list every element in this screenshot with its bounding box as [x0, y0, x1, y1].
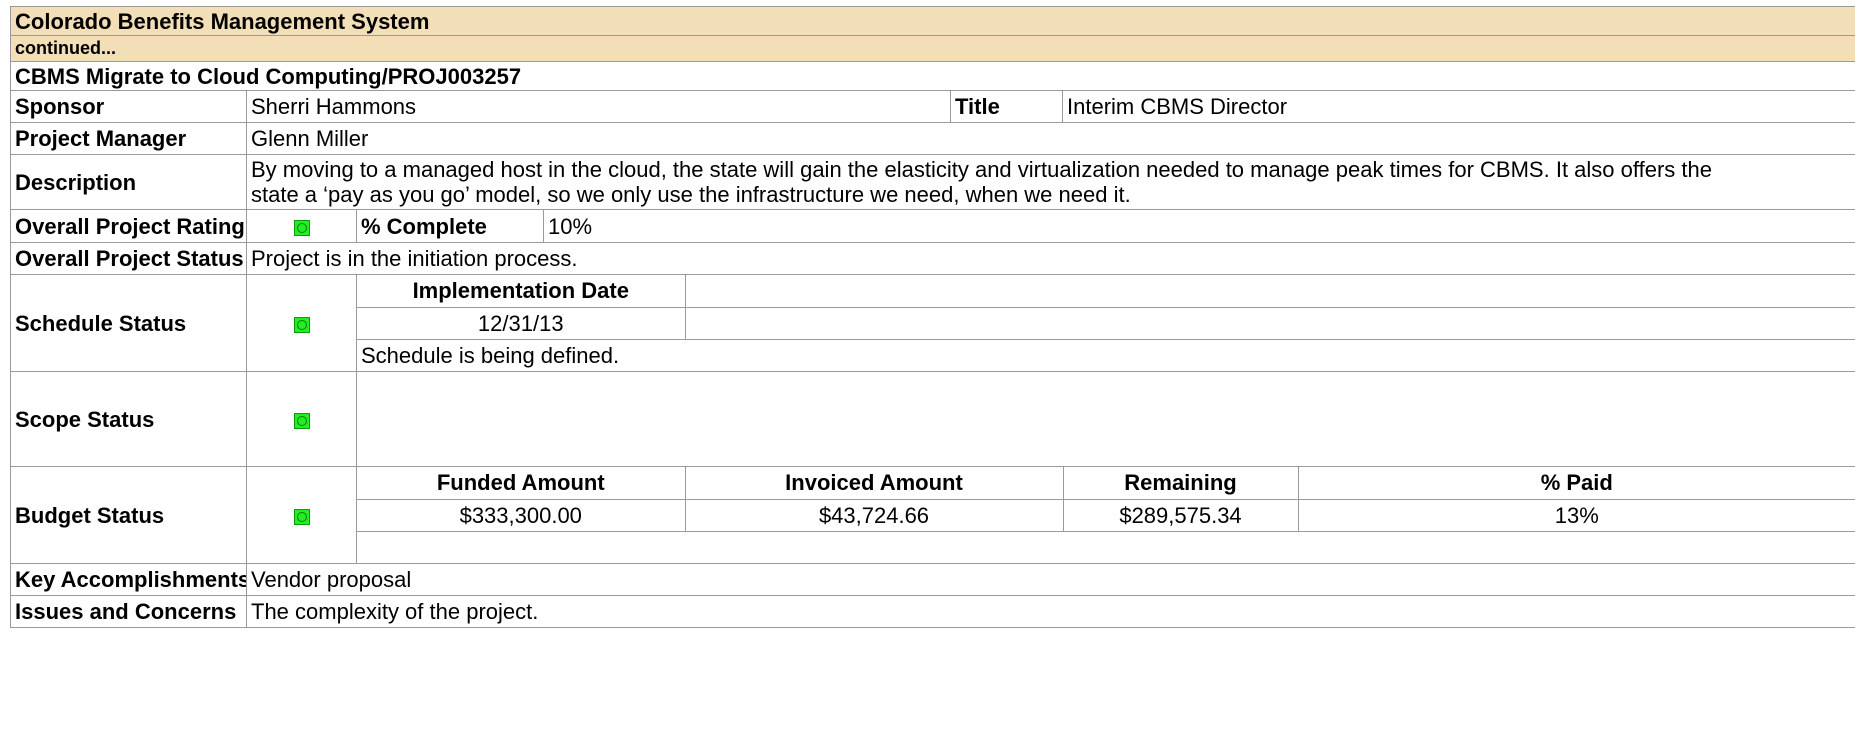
schedule-note: Schedule is being defined. [361, 342, 620, 368]
invoiced-amount-header: Invoiced Amount [685, 467, 1064, 500]
scope-status-row: Scope Status [10, 371, 1855, 467]
sponsor-value: Sherri Hammons [246, 90, 951, 123]
schedule-blank-cell [685, 275, 1855, 308]
budget-detail: Funded Amount Invoiced Amount Remaining … [355, 466, 1855, 564]
overall-status-value: Project is in the initiation process. [245, 242, 1855, 275]
funded-amount-value: $333,300.00 [357, 499, 686, 532]
overall-status-label: Overall Project Status [10, 242, 247, 275]
remaining-value: $289,575.34 [1063, 499, 1299, 532]
key-accomplishments-row: Key Accomplishments Vendor proposal [10, 563, 1855, 596]
green-status-indicator-icon [293, 219, 310, 236]
schedule-blank-cell [685, 307, 1855, 340]
issues-concerns-row: Issues and Concerns The complexity of th… [10, 595, 1855, 628]
schedule-detail: Implementation Date 12/31/13 Schedule is… [355, 274, 1855, 372]
key-accomplishments-value: Vendor proposal [245, 563, 1855, 596]
schedule-status-row: Schedule Status Implementation Date 12/3… [10, 274, 1855, 372]
sponsor-title-value: Interim CBMS Director [1061, 90, 1855, 123]
system-title: Colorado Benefits Management System [9, 6, 1855, 36]
overall-rating-label: Overall Project Rating [10, 209, 247, 243]
remaining-header: Remaining [1063, 467, 1299, 500]
budget-status-row: Budget Status Funded Amount Invoiced Amo… [10, 466, 1855, 564]
project-title-row: CBMS Migrate to Cloud Computing/PROJ0032… [9, 61, 1855, 91]
percent-complete-label: % Complete [356, 209, 544, 243]
project-title: CBMS Migrate to Cloud Computing/PROJ0032… [9, 61, 1855, 91]
issues-concerns-value: The complexity of the project. [245, 595, 1855, 628]
continued-label: continued... [9, 35, 1855, 62]
sponsor-label: Sponsor [10, 90, 247, 123]
percent-paid-value: 13% [1298, 499, 1855, 532]
budget-status-label: Budget Status [10, 466, 247, 564]
implementation-date-value: 12/31/13 [357, 307, 686, 340]
overall-rating-cell [246, 209, 357, 243]
scope-indicator-cell [246, 371, 357, 467]
description-label: Description [10, 154, 247, 210]
overall-status-row: Overall Project Status Project is in the… [10, 242, 1855, 275]
scope-status-label: Scope Status [10, 371, 247, 467]
schedule-status-label: Schedule Status [10, 274, 247, 372]
title-label: Title [950, 90, 1063, 123]
system-title-row: Colorado Benefits Management System [9, 6, 1855, 36]
description-value: By moving to a managed host in the cloud… [245, 154, 1855, 210]
implementation-date-header: Implementation Date [357, 275, 686, 308]
schedule-indicator-cell [246, 274, 357, 372]
continued-row: continued... [9, 35, 1855, 62]
project-manager-value: Glenn Miller [245, 122, 1855, 155]
project-manager-row: Project Manager Glenn Miller [10, 122, 1855, 155]
percent-complete-value: 10% [542, 209, 1855, 243]
description-row: Description By moving to a managed host … [10, 154, 1855, 210]
key-accomplishments-label: Key Accomplishments [10, 563, 247, 596]
project-status-sheet: Colorado Benefits Management System cont… [9, 6, 1855, 628]
invoiced-amount-value: $43,724.66 [685, 499, 1064, 532]
overall-rating-row: Overall Project Rating % Complete 10% [10, 209, 1855, 243]
green-status-indicator-icon [293, 412, 310, 429]
budget-blank-cell [358, 531, 1855, 563]
issues-concerns-label: Issues and Concerns [10, 595, 247, 628]
green-status-indicator-icon [293, 316, 310, 333]
budget-indicator-cell [246, 466, 357, 564]
funded-amount-header: Funded Amount [357, 467, 686, 500]
percent-paid-header: % Paid [1298, 467, 1855, 500]
scope-detail [355, 371, 1855, 467]
status-table: Colorado Benefits Management System cont… [9, 6, 1855, 628]
sponsor-row: Sponsor Sherri Hammons Title Interim CBM… [10, 90, 1855, 123]
green-status-indicator-icon [293, 508, 310, 525]
project-manager-label: Project Manager [10, 122, 247, 155]
